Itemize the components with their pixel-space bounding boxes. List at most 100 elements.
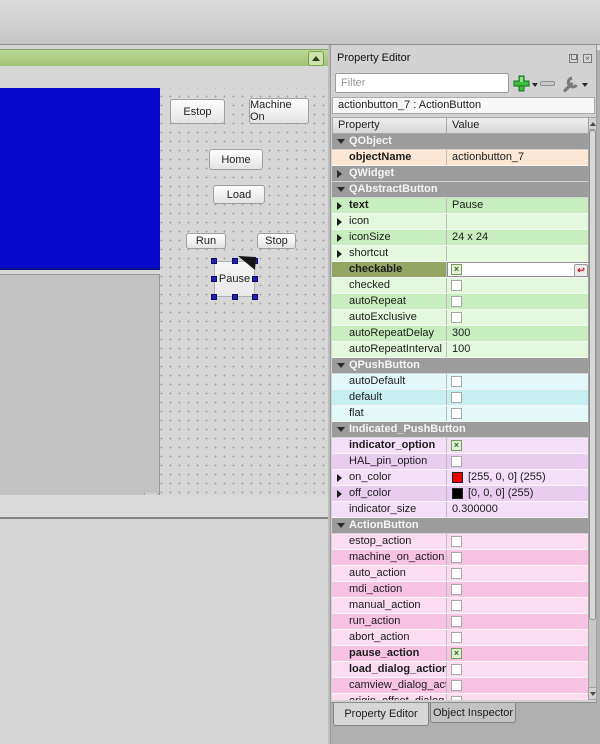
property-row[interactable]: run_action — [332, 614, 590, 630]
checkbox-icon[interactable] — [451, 312, 462, 323]
property-value-cell[interactable]: × — [447, 646, 590, 661]
property-row[interactable]: checkable×↩ — [332, 262, 590, 278]
scroll-down-button[interactable] — [589, 687, 596, 699]
property-group-row[interactable]: Indicated_PushButton — [332, 422, 590, 438]
load-button[interactable]: Load — [213, 185, 265, 204]
checkbox-icon[interactable] — [451, 600, 462, 611]
property-value-cell[interactable] — [447, 582, 590, 597]
expand-triangle-icon[interactable] — [337, 234, 342, 242]
property-row[interactable]: abort_action — [332, 630, 590, 646]
property-group-row[interactable]: QPushButton — [332, 358, 590, 374]
property-row[interactable]: origin_offset_dialog... — [332, 694, 590, 700]
property-name-cell[interactable]: autoExclusive — [332, 310, 447, 325]
checkbox-icon[interactable] — [451, 376, 462, 387]
property-row[interactable]: on_color[255, 0, 0] (255) — [332, 470, 590, 486]
property-row[interactable]: textPause — [332, 198, 590, 214]
checkbox-icon[interactable] — [451, 616, 462, 627]
property-name-cell[interactable]: machine_on_action — [332, 550, 447, 565]
property-name-cell[interactable]: autoRepeatDelay — [332, 326, 447, 341]
property-value-cell[interactable] — [447, 694, 590, 700]
collapse-triangle-icon[interactable] — [337, 523, 345, 528]
property-name-cell[interactable]: origin_offset_dialog... — [332, 694, 447, 700]
property-value-cell[interactable]: Pause — [447, 198, 590, 213]
selection-handle-e[interactable] — [252, 276, 258, 282]
scrollbar-thumb[interactable] — [589, 130, 596, 620]
property-value-cell[interactable] — [447, 310, 590, 325]
remove-property-icon[interactable] — [540, 81, 555, 86]
property-row[interactable]: checked — [332, 278, 590, 294]
property-name-cell[interactable]: run_action — [332, 614, 447, 629]
property-value-cell[interactable] — [447, 454, 590, 469]
property-name-cell[interactable]: iconSize — [332, 230, 447, 245]
property-row[interactable]: off_color[0, 0, 0] (255) — [332, 486, 590, 502]
property-name-cell[interactable]: estop_action — [332, 534, 447, 549]
property-value-cell[interactable]: ×↩ — [447, 262, 590, 277]
property-name-cell[interactable]: text — [332, 198, 447, 213]
property-row[interactable]: autoRepeat — [332, 294, 590, 310]
property-value-cell[interactable]: × — [447, 438, 590, 453]
property-name-cell[interactable]: auto_action — [332, 566, 447, 581]
expand-triangle-icon[interactable] — [337, 218, 342, 226]
checkbox-checked-icon[interactable]: × — [451, 440, 462, 451]
checkbox-icon[interactable] — [451, 696, 462, 700]
property-name-cell[interactable]: shortcut — [332, 246, 447, 261]
selection-handle-sw[interactable] — [211, 294, 217, 300]
pause-button-selected[interactable]: Pause — [211, 258, 258, 300]
property-value-cell[interactable] — [447, 390, 590, 405]
property-row[interactable]: flat — [332, 406, 590, 422]
property-group-row[interactable]: QAbstractButton — [332, 182, 590, 198]
property-value-cell[interactable] — [447, 550, 590, 565]
blue-display-widget[interactable] — [0, 88, 160, 270]
property-value-cell[interactable] — [447, 614, 590, 629]
property-name-cell[interactable]: autoDefault — [332, 374, 447, 389]
property-name-cell[interactable]: icon — [332, 214, 447, 229]
checkbox-icon[interactable] — [451, 584, 462, 595]
property-name-cell[interactable]: autoRepeatInterval — [332, 342, 447, 357]
close-icon[interactable]: × — [583, 54, 592, 63]
checkbox-icon[interactable] — [451, 680, 462, 691]
expand-triangle-icon[interactable] — [337, 170, 342, 178]
expand-triangle-icon[interactable] — [337, 490, 342, 498]
property-name-cell[interactable]: checked — [332, 278, 447, 293]
property-row[interactable]: autoDefault — [332, 374, 590, 390]
property-value-cell[interactable] — [447, 678, 590, 693]
checkbox-icon[interactable] — [451, 664, 462, 675]
property-value-cell[interactable] — [447, 598, 590, 613]
property-value-cell[interactable]: 100 — [447, 342, 590, 357]
checkbox-icon[interactable] — [451, 408, 462, 419]
property-value-cell[interactable]: actionbutton_7 — [447, 150, 590, 165]
property-name-cell[interactable]: default — [332, 390, 447, 405]
property-value-cell[interactable] — [447, 246, 590, 261]
tab-object-inspector[interactable]: Object Inspector — [430, 703, 516, 723]
property-value-cell[interactable]: [255, 0, 0] (255) — [447, 470, 590, 485]
selection-handle-w[interactable] — [211, 276, 217, 282]
gray-panel-widget[interactable] — [0, 274, 160, 496]
filter-input[interactable] — [335, 73, 509, 93]
property-row[interactable]: shortcut — [332, 246, 590, 262]
expand-triangle-icon[interactable] — [337, 202, 342, 210]
property-group-row[interactable]: ActionButton — [332, 518, 590, 534]
property-value-cell[interactable] — [447, 374, 590, 389]
property-value-cell[interactable] — [447, 534, 590, 549]
property-name-cell[interactable]: objectName — [332, 150, 447, 165]
property-group-row[interactable]: QObject — [332, 134, 590, 150]
property-name-cell[interactable]: flat — [332, 406, 447, 421]
configure-dropdown-arrow-icon[interactable] — [582, 83, 588, 87]
checkbox-icon[interactable] — [451, 392, 462, 403]
property-name-cell[interactable]: checkable — [332, 262, 447, 277]
expand-triangle-icon[interactable] — [337, 250, 342, 258]
checkbox-checked-icon[interactable]: × — [451, 648, 462, 659]
property-value-cell[interactable] — [447, 630, 590, 645]
selection-handle-nw[interactable] — [211, 258, 217, 264]
reset-property-button[interactable]: ↩ — [574, 264, 588, 277]
collapse-triangle-icon[interactable] — [337, 363, 345, 368]
property-name-cell[interactable]: mdi_action — [332, 582, 447, 597]
property-row[interactable]: camview_dialog_acti... — [332, 678, 590, 694]
property-value-cell[interactable] — [447, 278, 590, 293]
run-button[interactable]: Run — [186, 233, 226, 249]
scroll-up-button[interactable] — [589, 118, 596, 130]
property-name-cell[interactable]: manual_action — [332, 598, 447, 613]
collapse-triangle-icon[interactable] — [337, 427, 345, 432]
collapse-triangle-icon[interactable] — [337, 139, 345, 144]
collapse-triangle-icon[interactable] — [337, 187, 345, 192]
